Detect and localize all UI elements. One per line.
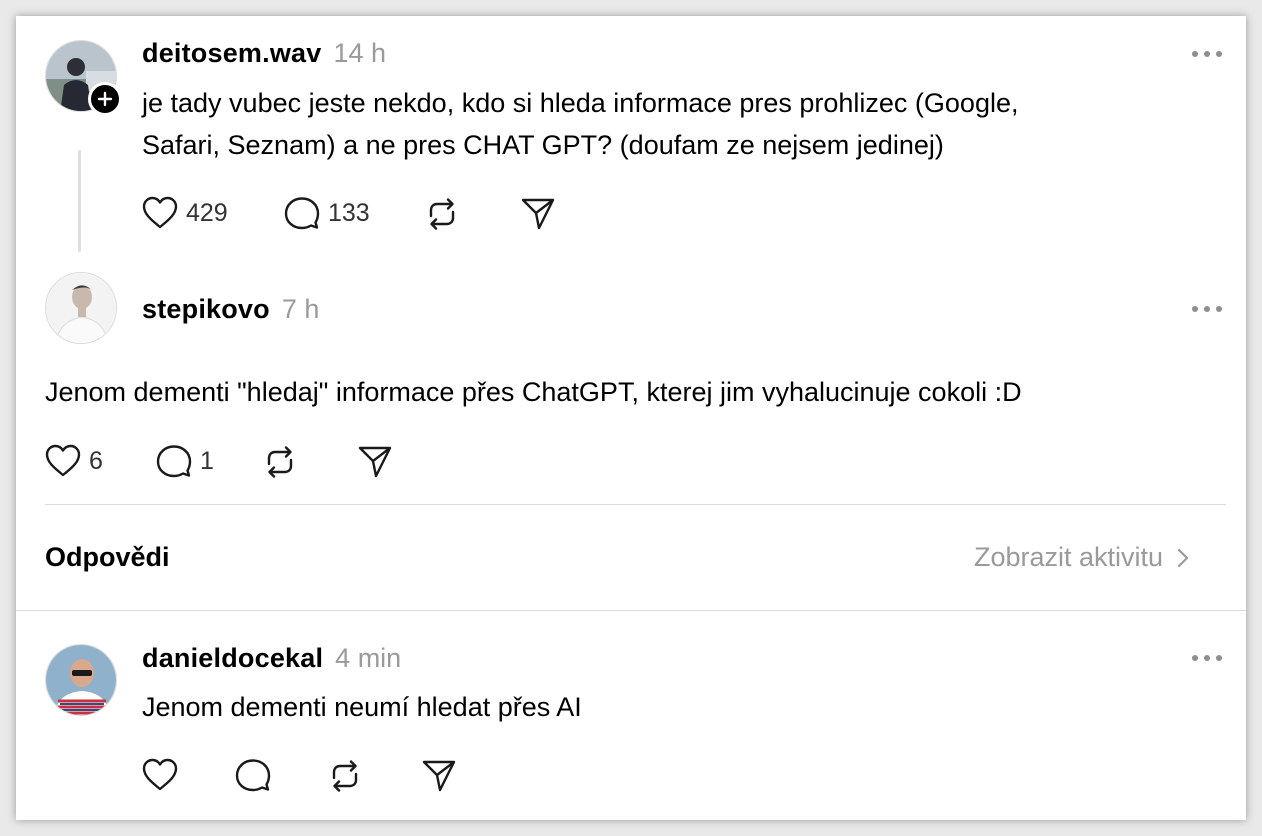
like-count: 6 (89, 446, 103, 475)
repost-icon (429, 198, 455, 230)
repost-button[interactable] (262, 444, 298, 480)
comment-icon (235, 759, 271, 792)
comment-button[interactable]: 1 (156, 444, 214, 478)
divider (16, 610, 1246, 611)
divider (45, 504, 1226, 505)
reply-count: 1 (200, 446, 214, 475)
reply1-username[interactable]: stepikovo (142, 294, 270, 325)
share-icon (521, 198, 555, 230)
comment-icon (284, 197, 320, 230)
post-header: deitosem.wav 14 h (142, 38, 386, 69)
avatar-danieldocekal[interactable] (45, 644, 117, 716)
reply2-text: Jenom dementi neumí hledat přes AI (142, 692, 582, 722)
reply1-text: Jenom dementi "hledaj" informace přes Ch… (45, 377, 1022, 407)
thread-card: deitosem.wav 14 h je tady vubec jeste ne… (16, 16, 1246, 820)
repost-icon (267, 446, 293, 478)
chevron-right-icon (1177, 548, 1189, 567)
like-count: 429 (186, 198, 228, 227)
repost-button[interactable] (424, 196, 460, 232)
more-icon[interactable] (1192, 652, 1222, 664)
post-text-line2: Safari, Seznam) a ne pres CHAT GPT? (dou… (142, 130, 944, 160)
more-icon[interactable] (1192, 303, 1222, 315)
more-icon[interactable] (1192, 48, 1222, 60)
share-button[interactable] (421, 758, 457, 794)
reply-count: 133 (328, 198, 370, 227)
post-text-line1: je tady vubec jeste nekdo, kdo si hleda … (142, 88, 1019, 118)
follow-button[interactable] (88, 82, 122, 116)
heart-icon (142, 758, 178, 791)
repost-icon (332, 760, 358, 792)
post-username[interactable]: deitosem.wav (142, 38, 321, 69)
comment-button[interactable] (235, 758, 271, 792)
comment-button[interactable]: 133 (284, 196, 370, 230)
share-button[interactable] (357, 444, 393, 480)
like-button[interactable]: 429 (142, 196, 228, 230)
repost-button[interactable] (327, 758, 363, 794)
reply2-username[interactable]: danieldocekal (142, 643, 323, 674)
like-button[interactable]: 6 (45, 444, 103, 478)
heart-icon (142, 196, 178, 229)
heart-icon (45, 444, 81, 477)
like-button[interactable] (142, 758, 178, 792)
reply2-time: 4 min (335, 643, 402, 673)
share-icon (358, 446, 392, 478)
post-time: 14 h (333, 38, 387, 68)
comment-icon (156, 445, 192, 478)
view-activity-link[interactable]: Zobrazit aktivitu (974, 542, 1193, 573)
thread-line (78, 150, 81, 252)
view-activity-label: Zobrazit aktivitu (974, 542, 1164, 572)
replies-heading: Odpovědi (45, 542, 170, 572)
reply1-header: stepikovo 7 h (142, 294, 319, 325)
share-button[interactable] (520, 196, 556, 232)
share-icon (422, 760, 456, 792)
reply2-header: danieldocekal 4 min (142, 643, 401, 674)
avatar-stepikovo[interactable] (45, 272, 117, 344)
reply1-time: 7 h (281, 294, 320, 324)
plus-icon (97, 91, 113, 107)
